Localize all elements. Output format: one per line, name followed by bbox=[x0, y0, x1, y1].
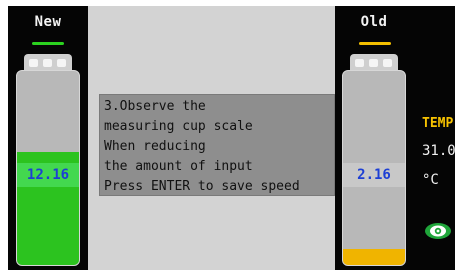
new-cup-body: 12.16 bbox=[16, 70, 80, 266]
message-line-5: Press ENTER to save speed bbox=[104, 179, 300, 194]
old-cap-segment-3 bbox=[383, 59, 392, 67]
new-panel: New 12.16 bbox=[8, 6, 88, 270]
old-panel: Old 2.16 bbox=[335, 6, 413, 270]
new-cap-segment-2 bbox=[43, 59, 52, 67]
old-title: Old bbox=[360, 14, 388, 30]
new-cup-cap bbox=[24, 54, 72, 70]
new-cap-segment-3 bbox=[57, 59, 66, 67]
temperature-label: TEMP bbox=[422, 116, 454, 131]
new-title: New bbox=[34, 14, 62, 30]
message-line-1: 3.Observe the bbox=[104, 99, 206, 114]
new-cap-segment-1 bbox=[29, 59, 38, 67]
eye-icon[interactable] bbox=[424, 222, 452, 240]
old-measuring-cup: 2.16 bbox=[342, 54, 406, 266]
old-cap-segment-1 bbox=[355, 59, 364, 67]
old-cap-segment-2 bbox=[369, 59, 378, 67]
message-line-3: When reducing bbox=[104, 139, 206, 154]
message-line-4: the amount of input bbox=[104, 159, 253, 174]
temperature-value: 31.0 bbox=[422, 143, 455, 159]
instruction-message-box: 3.Observe the measuring cup scale When r… bbox=[99, 94, 335, 196]
new-measuring-cup: 12.16 bbox=[16, 54, 80, 266]
new-indicator-line bbox=[32, 42, 64, 45]
old-value-label: 2.16 bbox=[343, 163, 405, 187]
message-line-2: measuring cup scale bbox=[104, 119, 253, 134]
new-value-label: 12.16 bbox=[17, 163, 79, 187]
old-indicator-line bbox=[359, 42, 391, 45]
old-cup-body: 2.16 bbox=[342, 70, 406, 266]
temperature-unit: °C bbox=[422, 172, 439, 188]
old-fill-level bbox=[343, 249, 405, 265]
device-screen: New 12.16 3.Observe the measuring cup sc… bbox=[8, 6, 455, 270]
old-cup-cap bbox=[350, 54, 398, 70]
